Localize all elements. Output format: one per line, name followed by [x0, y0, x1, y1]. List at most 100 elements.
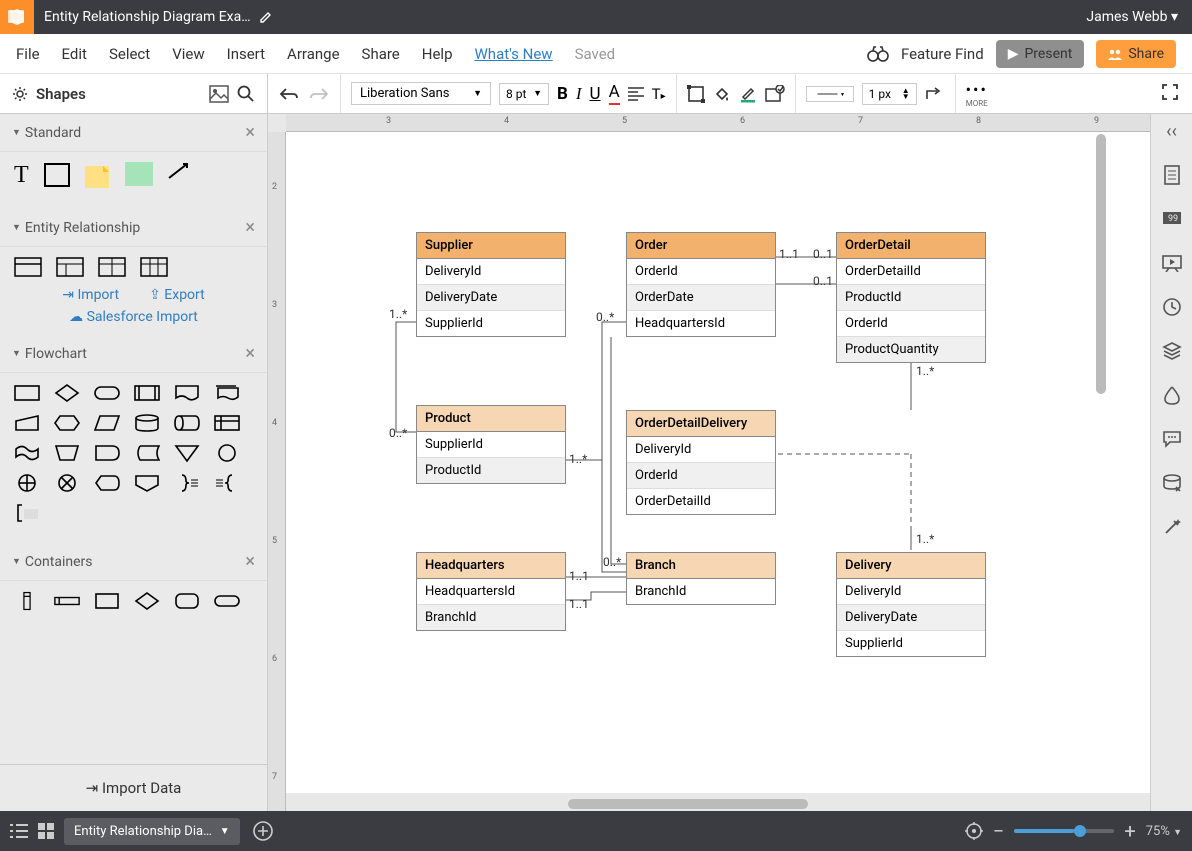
- canvas[interactable]: Supplier DeliveryId DeliveryDate Supplie…: [286, 132, 1150, 793]
- fc-diamond[interactable]: [54, 383, 80, 403]
- fc-predefined[interactable]: [134, 383, 160, 403]
- fc-data[interactable]: [94, 413, 120, 433]
- fc-document[interactable]: [174, 383, 200, 403]
- bold-button[interactable]: B: [557, 84, 568, 104]
- border-color-icon[interactable]: [739, 85, 757, 103]
- er-import-link[interactable]: ⇥ Import: [62, 287, 119, 303]
- er-shape-3[interactable]: [98, 257, 126, 277]
- c-rounded[interactable]: [174, 591, 200, 611]
- import-data-button[interactable]: ⇥ Import Data: [0, 764, 267, 811]
- data-icon[interactable]: [1161, 472, 1183, 494]
- present-button[interactable]: ▶ Present: [996, 40, 1085, 68]
- target-icon[interactable]: [965, 822, 983, 840]
- search-icon[interactable]: [237, 85, 255, 103]
- fc-offpage[interactable]: [134, 473, 160, 493]
- menu-share[interactable]: Share: [362, 45, 400, 63]
- c-lane-h[interactable]: [54, 591, 80, 611]
- fc-sum[interactable]: [54, 473, 80, 493]
- menu-whats-new[interactable]: What's New: [475, 45, 553, 63]
- close-icon[interactable]: ×: [245, 343, 255, 364]
- entity-delivery[interactable]: Delivery DeliveryId DeliveryDate Supplie…: [836, 552, 986, 657]
- menu-arrange[interactable]: Arrange: [287, 45, 339, 63]
- entity-supplier[interactable]: Supplier DeliveryId DeliveryDate Supplie…: [416, 232, 566, 337]
- close-icon[interactable]: ×: [245, 122, 255, 143]
- entity-branch[interactable]: Branch BranchId: [626, 552, 776, 605]
- fc-display[interactable]: [94, 473, 120, 493]
- horizontal-scrollbar[interactable]: [568, 799, 808, 809]
- zoom-slider[interactable]: [1014, 829, 1114, 833]
- fc-or[interactable]: [14, 473, 40, 493]
- zoom-level[interactable]: 75% ▼: [1146, 824, 1182, 839]
- document-title[interactable]: Entity Relationship Diagram Exa…: [34, 9, 283, 25]
- zoom-in-button[interactable]: +: [1124, 819, 1135, 843]
- menu-file[interactable]: File: [16, 45, 40, 63]
- menu-view[interactable]: View: [172, 45, 204, 63]
- drop-icon[interactable]: [1161, 384, 1183, 406]
- fc-direct[interactable]: [174, 413, 200, 433]
- edit-title-icon[interactable]: [259, 10, 273, 24]
- fc-brace-l[interactable]: [214, 473, 240, 493]
- fc-internal[interactable]: [214, 413, 240, 433]
- entity-product[interactable]: Product SupplierId ProductId: [416, 405, 566, 484]
- redo-icon[interactable]: [308, 86, 330, 102]
- fc-stored[interactable]: [134, 443, 160, 463]
- menu-select[interactable]: Select: [109, 45, 150, 63]
- font-size-select[interactable]: 8 pt▼: [499, 83, 549, 105]
- comment-icon[interactable]: 99: [1161, 208, 1183, 230]
- fullscreen-icon[interactable]: [1162, 84, 1178, 100]
- collapse-dock-icon[interactable]: ‹‹: [1161, 120, 1183, 142]
- grid-view-icon[interactable]: [38, 823, 54, 839]
- fc-multidoc[interactable]: [214, 383, 240, 403]
- fc-merge[interactable]: [174, 443, 200, 463]
- fc-prep[interactable]: [54, 413, 80, 433]
- fc-connector[interactable]: [214, 443, 240, 463]
- er-shape-4[interactable]: [140, 257, 168, 277]
- line-route-icon[interactable]: [925, 85, 945, 103]
- close-icon[interactable]: ×: [245, 551, 255, 572]
- layers-icon[interactable]: [1161, 340, 1183, 362]
- panel-containers-header[interactable]: ▼Containers×: [0, 543, 267, 581]
- undo-icon[interactable]: [278, 86, 300, 102]
- page-tab[interactable]: Entity Relationship Dia… ▼: [64, 818, 240, 845]
- font-select[interactable]: Liberation Sans▼: [351, 82, 491, 105]
- panel-standard-header[interactable]: ▼Standard×: [0, 114, 267, 152]
- c-diamond[interactable]: [134, 591, 160, 611]
- fc-manual[interactable]: [54, 443, 80, 463]
- history-icon[interactable]: [1161, 296, 1183, 318]
- entity-orderdetaildelivery[interactable]: OrderDetailDelivery DeliveryId OrderId O…: [626, 410, 776, 515]
- text-format-button[interactable]: T▸: [652, 85, 666, 103]
- er-shape-2[interactable]: [56, 257, 84, 277]
- fc-delay[interactable]: [94, 443, 120, 463]
- fc-note[interactable]: [14, 503, 40, 523]
- feature-find[interactable]: Feature Find: [901, 45, 984, 63]
- fc-tape[interactable]: [14, 443, 40, 463]
- fc-rect[interactable]: [14, 383, 40, 403]
- fc-input[interactable]: [14, 413, 40, 433]
- list-view-icon[interactable]: [10, 824, 28, 838]
- c-lane-v[interactable]: [14, 591, 40, 611]
- page-icon[interactable]: [1161, 164, 1183, 186]
- add-page-icon[interactable]: [252, 820, 274, 842]
- panel-flowchart-header[interactable]: ▼Flowchart×: [0, 335, 267, 373]
- fill-icon[interactable]: [713, 85, 731, 103]
- menu-edit[interactable]: Edit: [62, 45, 87, 63]
- line-style-select[interactable]: ▼: [806, 86, 854, 102]
- menu-help[interactable]: Help: [422, 45, 453, 63]
- magic-icon[interactable]: [1161, 516, 1183, 538]
- more-button[interactable]: ••• MORE: [966, 80, 988, 108]
- line-width-select[interactable]: 1 px▲▼: [862, 83, 917, 105]
- entity-headquarters[interactable]: Headquarters HeadquartersId BranchId: [416, 552, 566, 631]
- gear-icon[interactable]: [12, 86, 28, 102]
- c-rect[interactable]: [94, 591, 120, 611]
- er-export-link[interactable]: ⇪ Export: [149, 287, 205, 303]
- menu-insert[interactable]: Insert: [227, 45, 265, 63]
- chat-icon[interactable]: [1161, 428, 1183, 450]
- c-pill[interactable]: [214, 591, 240, 611]
- fc-database[interactable]: [134, 413, 160, 433]
- text-color-button[interactable]: A: [609, 82, 620, 105]
- fc-terminator[interactable]: [94, 383, 120, 403]
- shape-outline-icon[interactable]: [687, 85, 705, 103]
- app-icon[interactable]: [0, 0, 34, 34]
- entity-orderdetail[interactable]: OrderDetail OrderDetailId ProductId Orde…: [836, 232, 986, 363]
- salesforce-import-link[interactable]: ☁ Salesforce Import: [14, 309, 253, 325]
